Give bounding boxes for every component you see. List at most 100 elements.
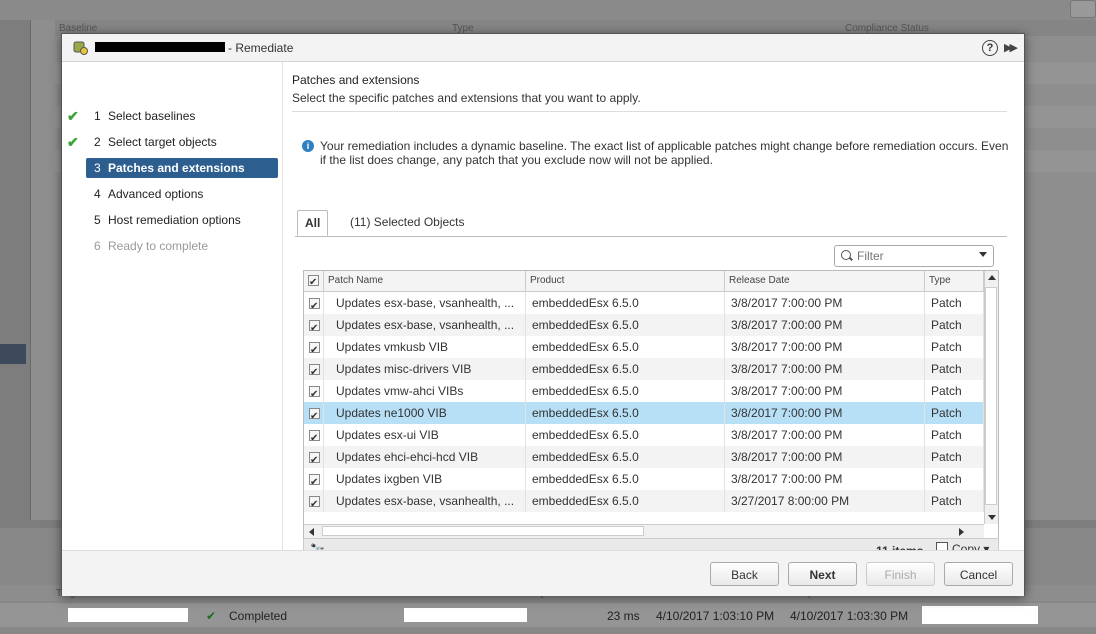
bg-task-row: ✔ Completed 23 ms 4/10/2017 1:03:10 PM 4… bbox=[0, 603, 1096, 627]
scroll-down-icon[interactable] bbox=[988, 515, 996, 520]
cell-type: Patch bbox=[925, 336, 984, 358]
check-icon: ✔ bbox=[206, 609, 217, 623]
cell-patch-name: Updates esx-base, vsanhealth, ... bbox=[324, 490, 526, 512]
cell-release-date: 3/8/2017 7:00:00 PM bbox=[725, 380, 925, 402]
row-checkbox-cell[interactable] bbox=[304, 314, 324, 336]
column-release-date[interactable]: Release Date bbox=[725, 271, 925, 291]
tab-bar: All (11) Selected Objects bbox=[295, 210, 1007, 237]
row-checkbox[interactable] bbox=[309, 406, 320, 424]
row-checkbox-cell[interactable] bbox=[304, 424, 324, 446]
cell-product: embeddedEsx 6.5.0 bbox=[526, 336, 725, 358]
next-button[interactable]: Next bbox=[788, 562, 857, 586]
bg-task-completion: 4/10/2017 1:03:30 PM bbox=[790, 609, 909, 623]
table-row[interactable]: Updates esx-base, vsanhealth, ... embedd… bbox=[304, 314, 984, 336]
column-patch-name[interactable]: Patch Name bbox=[324, 271, 526, 291]
row-checkbox-cell[interactable] bbox=[304, 468, 324, 490]
tab-all[interactable]: All bbox=[297, 210, 329, 236]
patches-grid: Patch Name Product Release Date Type Upd… bbox=[303, 270, 999, 540]
table-row[interactable]: Updates esx-ui VIB embeddedEsx 6.5.0 3/8… bbox=[304, 424, 984, 446]
filter-box[interactable] bbox=[834, 245, 994, 267]
help-icon[interactable]: ? bbox=[982, 40, 998, 56]
column-product[interactable]: Product bbox=[526, 271, 725, 291]
row-checkbox[interactable] bbox=[309, 428, 320, 446]
filter-input[interactable] bbox=[855, 248, 971, 264]
horizontal-scroll-thumb[interactable] bbox=[322, 526, 644, 536]
table-row[interactable]: Updates ixgben VIB embeddedEsx 6.5.0 3/8… bbox=[304, 468, 984, 490]
select-all-checkbox[interactable] bbox=[308, 273, 319, 293]
row-checkbox-cell[interactable] bbox=[304, 446, 324, 468]
table-row[interactable]: Updates ehci-ehci-hcd VIB embeddedEsx 6.… bbox=[304, 446, 984, 468]
cell-type: Patch bbox=[925, 380, 984, 402]
cell-product: embeddedEsx 6.5.0 bbox=[526, 424, 725, 446]
row-checkbox[interactable] bbox=[309, 384, 320, 402]
wizard-step-select-baselines[interactable]: ✔ 1 Select baselines bbox=[67, 106, 278, 126]
row-checkbox[interactable] bbox=[309, 340, 320, 358]
scroll-right-icon[interactable] bbox=[959, 528, 964, 536]
wizard-step-host-remediation-options[interactable]: 5 Host remediation options bbox=[86, 210, 278, 230]
row-checkbox-cell[interactable] bbox=[304, 490, 324, 512]
row-checkbox[interactable] bbox=[309, 450, 320, 468]
cell-release-date: 3/8/2017 7:00:00 PM bbox=[725, 402, 925, 424]
wizard-step-select-target-objects[interactable]: ✔ 2 Select target objects bbox=[67, 132, 278, 152]
expand-icon[interactable]: ▶▶ bbox=[1004, 41, 1018, 54]
cell-patch-name: Updates misc-drivers VIB bbox=[324, 358, 526, 380]
dialog-title: - Remediate bbox=[228, 41, 294, 55]
row-checkbox-cell[interactable] bbox=[304, 380, 324, 402]
cell-patch-name: Updates vmkusb VIB bbox=[324, 336, 526, 358]
finish-button: Finish bbox=[866, 562, 935, 586]
horizontal-scrollbar[interactable] bbox=[304, 524, 984, 538]
back-button[interactable]: Back bbox=[710, 562, 779, 586]
row-checkbox[interactable] bbox=[309, 296, 320, 314]
cancel-button[interactable]: Cancel bbox=[944, 562, 1013, 586]
step-number: 6 bbox=[94, 239, 101, 253]
cell-release-date: 3/8/2017 7:00:00 PM bbox=[725, 424, 925, 446]
step-label: Select baselines bbox=[108, 109, 196, 123]
vertical-scrollbar[interactable] bbox=[984, 271, 998, 524]
step-number: 3 bbox=[94, 161, 101, 175]
table-row-selected[interactable]: Updates ne1000 VIB embeddedEsx 6.5.0 3/8… bbox=[304, 402, 984, 424]
scroll-left-icon[interactable] bbox=[309, 528, 314, 536]
table-row[interactable]: Updates vmw-ahci VIBs embeddedEsx 6.5.0 … bbox=[304, 380, 984, 402]
table-row[interactable]: Updates misc-drivers VIB embeddedEsx 6.5… bbox=[304, 358, 984, 380]
row-checkbox-cell[interactable] bbox=[304, 402, 324, 424]
redacted-host-name bbox=[95, 42, 225, 52]
wizard-content: Patches and extensions Select the specif… bbox=[283, 62, 1024, 560]
wizard-step-advanced-options[interactable]: 4 Advanced options bbox=[86, 184, 278, 204]
row-checkbox[interactable] bbox=[309, 472, 320, 490]
check-icon: ✔ bbox=[67, 108, 79, 124]
table-row[interactable]: Updates esx-base, vsanhealth, ... embedd… bbox=[304, 490, 984, 512]
table-row[interactable]: Updates esx-base, vsanhealth, ... embedd… bbox=[304, 292, 984, 314]
tab-selected-objects[interactable]: (11) Selected Objects bbox=[343, 210, 472, 234]
wizard-step-ready-to-complete: 6 Ready to complete bbox=[86, 236, 278, 256]
header-select-all[interactable] bbox=[304, 271, 324, 293]
row-checkbox[interactable] bbox=[309, 362, 320, 380]
row-checkbox-cell[interactable] bbox=[304, 358, 324, 380]
search-icon bbox=[841, 250, 851, 260]
row-checkbox-cell[interactable] bbox=[304, 336, 324, 358]
scroll-up-icon[interactable] bbox=[988, 275, 996, 280]
row-checkbox[interactable] bbox=[309, 318, 320, 336]
cell-product: embeddedEsx 6.5.0 bbox=[526, 358, 725, 380]
cell-product: embeddedEsx 6.5.0 bbox=[526, 380, 725, 402]
cell-release-date: 3/8/2017 7:00:00 PM bbox=[725, 292, 925, 314]
column-type[interactable]: Type bbox=[925, 271, 984, 291]
cell-patch-name: Updates ne1000 VIB bbox=[324, 402, 526, 424]
step-label: Select target objects bbox=[108, 135, 217, 149]
cell-patch-name: Updates esx-base, vsanhealth, ... bbox=[324, 314, 526, 336]
chevron-down-icon[interactable] bbox=[979, 252, 987, 257]
step-label: Ready to complete bbox=[108, 239, 209, 253]
table-row[interactable]: Updates vmkusb VIB embeddedEsx 6.5.0 3/8… bbox=[304, 336, 984, 358]
bg-search-icon bbox=[1070, 0, 1096, 18]
cell-release-date: 3/8/2017 7:00:00 PM bbox=[725, 468, 925, 490]
page-description: Select the specific patches and extensio… bbox=[292, 91, 641, 105]
vertical-scroll-thumb[interactable] bbox=[985, 287, 997, 505]
cell-patch-name: Updates esx-base, vsanhealth, ... bbox=[324, 292, 526, 314]
row-checkbox[interactable] bbox=[309, 494, 320, 512]
cell-patch-name: Updates vmw-ahci VIBs bbox=[324, 380, 526, 402]
cell-type: Patch bbox=[925, 490, 984, 512]
bg-task-status: Completed bbox=[229, 609, 288, 623]
step-label: Patches and extensions bbox=[108, 161, 245, 175]
wizard-step-patches-and-extensions[interactable]: 3 Patches and extensions bbox=[86, 158, 278, 178]
step-number: 1 bbox=[94, 109, 101, 123]
row-checkbox-cell[interactable] bbox=[304, 292, 324, 314]
